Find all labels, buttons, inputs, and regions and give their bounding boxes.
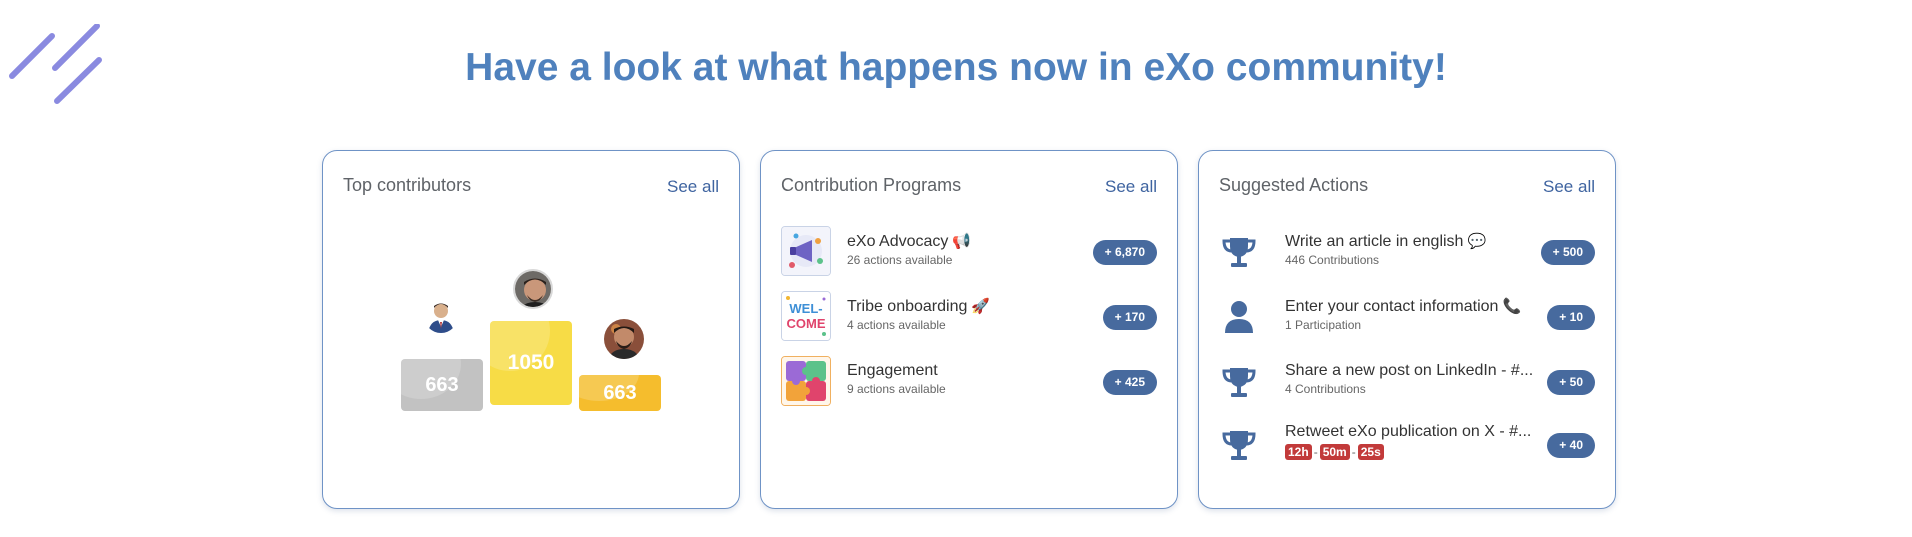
action-name: Retweet eXo publication on X - #...: [1285, 423, 1532, 440]
svg-text:COME: COME: [787, 316, 826, 331]
action-participation-count: 1 Participation: [1285, 318, 1362, 332]
program-item-onboarding[interactable]: WEL- COME Tribe onboarding 🚀 4 actions av…: [781, 291, 1157, 343]
podium: 663 1050 663: [401, 269, 661, 489]
contributor-avatar-third[interactable]: [604, 319, 644, 359]
program-actions-count: 26 actions available: [847, 253, 953, 267]
welcome-icon: WEL- COME: [781, 291, 831, 341]
action-name: Share a new post on LinkedIn - #...: [1285, 362, 1534, 379]
action-name: Enter your contact information: [1285, 298, 1499, 315]
action-participation-count: 446 Contributions: [1285, 253, 1380, 267]
program-actions-count: 4 actions available: [847, 318, 946, 332]
points-badge: + 40: [1547, 433, 1595, 458]
svg-text:WEL-: WEL-: [789, 301, 822, 316]
contributor-avatar-second[interactable]: [424, 299, 458, 333]
program-item-engagement[interactable]: Engagement 9 actions available + 425: [781, 356, 1157, 408]
timer-minutes: 50m: [1319, 444, 1350, 460]
card-title: Suggested Actions: [1219, 175, 1369, 195]
program-item-advocacy[interactable]: eXo Advocacy 📢 26 actions available + 6,8…: [781, 226, 1157, 278]
action-name: Write an article in english: [1285, 233, 1464, 250]
timer-separator: -: [1351, 445, 1356, 459]
podium-score-third: 663: [603, 382, 637, 404]
program-actions-count: 9 actions available: [847, 382, 946, 396]
points-badge: + 50: [1547, 370, 1595, 395]
trophy-icon: [1222, 368, 1256, 397]
timer-separator: -: [1313, 445, 1318, 459]
page-headline: Have a look at what happens now in eXo c…: [465, 46, 1447, 89]
points-badge: + 170: [1102, 305, 1157, 330]
podium-score-second: 663: [425, 374, 459, 396]
trophy-icon: [1222, 238, 1256, 267]
card-title: Contribution Programs: [781, 175, 962, 195]
action-participation-count: 4 Contributions: [1285, 382, 1366, 396]
contributor-avatar-first[interactable]: [513, 269, 553, 309]
action-item-retweet[interactable]: Retweet eXo publication on X - #... 12h -…: [1219, 419, 1595, 471]
timer-seconds: 25s: [1357, 444, 1384, 460]
program-name: eXo Advocacy: [847, 233, 949, 250]
action-item-write-article[interactable]: Write an article in english 💬 446 Contrib…: [1219, 226, 1595, 278]
puzzle-icon: [781, 356, 831, 406]
podium-block-second: 663: [401, 359, 483, 411]
podium-score-first: 1050: [507, 351, 555, 374]
phone-emoji-icon: 📞: [1502, 298, 1522, 315]
program-name: Engagement: [847, 362, 938, 379]
suggested-actions-card: Suggested Actions See all Write an artic…: [1198, 150, 1616, 509]
speech-bubble-emoji-icon: 💬: [1467, 233, 1487, 250]
megaphone-icon: [781, 226, 831, 276]
see-all-link[interactable]: See all: [1543, 177, 1595, 197]
contribution-programs-card: Contribution Programs See all eXo Advoca…: [760, 150, 1178, 509]
points-badge: + 500: [1540, 240, 1595, 265]
countdown-timer: 12h -50m -25s: [1285, 443, 1545, 461]
see-all-link[interactable]: See all: [667, 177, 719, 197]
podium-block-third: 663: [579, 375, 661, 411]
top-contributors-card: Top contributors See all 663 1050 663: [322, 150, 740, 509]
user-icon: [1225, 301, 1253, 333]
points-badge: + 10: [1547, 305, 1595, 330]
action-item-share-linkedin[interactable]: Share a new post on LinkedIn - #... 4 Co…: [1219, 356, 1595, 408]
timer-hours: 12h: [1285, 444, 1312, 460]
card-title: Top contributors: [343, 175, 472, 195]
trophy-icon: [1222, 431, 1256, 460]
see-all-link[interactable]: See all: [1105, 177, 1157, 197]
podium-block-first: 1050: [490, 321, 572, 405]
rocket-emoji-icon: 🚀: [971, 298, 991, 315]
megaphone-emoji-icon: 📢: [952, 233, 972, 250]
program-name: Tribe onboarding: [847, 298, 968, 315]
points-badge: + 425: [1102, 370, 1157, 395]
points-badge: + 6,870: [1092, 240, 1157, 265]
action-item-contact-info[interactable]: Enter your contact information 📞 1 Partic…: [1219, 291, 1595, 343]
